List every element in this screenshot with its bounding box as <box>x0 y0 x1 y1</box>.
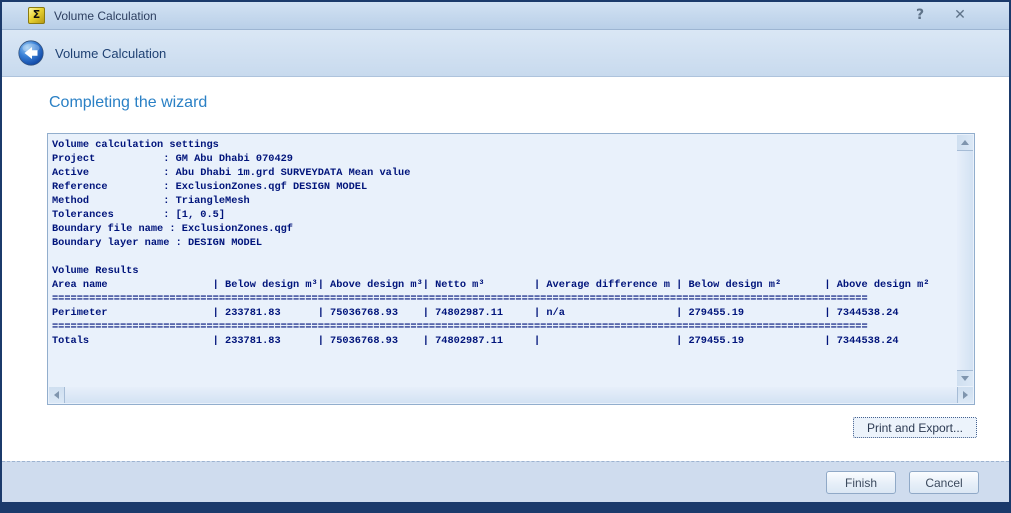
scroll-right-icon[interactable] <box>958 387 973 403</box>
horizontal-scroll-thumb[interactable] <box>64 387 958 403</box>
close-icon[interactable]: ✕ <box>949 6 971 25</box>
horizontal-scrollbar[interactable] <box>49 387 973 403</box>
back-button[interactable] <box>18 40 44 66</box>
scroll-down-icon[interactable] <box>957 371 973 386</box>
title-bar[interactable]: Σ Volume Calculation ? ✕ <box>2 2 1009 30</box>
finish-button[interactable]: Finish <box>826 471 896 494</box>
help-icon[interactable]: ? <box>909 6 931 25</box>
vertical-scrollbar[interactable] <box>957 135 973 386</box>
scroll-up-icon[interactable] <box>957 135 973 150</box>
page-heading: Completing the wizard <box>49 94 208 111</box>
button-panel: Finish Cancel <box>2 461 1009 502</box>
volume-calculation-window: Σ Volume Calculation ? ✕ Volume Calculat… <box>0 0 1011 513</box>
wizard-page: Completing the wizard Volume calculation… <box>2 77 1009 461</box>
sigma-app-icon: Σ <box>28 7 45 24</box>
cancel-button[interactable]: Cancel <box>909 471 979 494</box>
vertical-scroll-thumb[interactable] <box>957 150 973 371</box>
report-box[interactable]: Volume calculation settings Project : GM… <box>47 133 975 405</box>
volume-report-text: Volume calculation settings Project : GM… <box>52 139 930 347</box>
window-title: Volume Calculation <box>54 8 157 23</box>
back-arrow-icon <box>18 40 44 66</box>
scroll-left-icon[interactable] <box>49 387 64 403</box>
wizard-header: Volume Calculation <box>2 30 1009 77</box>
print-and-export-button[interactable]: Print and Export... <box>853 417 977 438</box>
wizard-header-title: Volume Calculation <box>55 45 167 61</box>
